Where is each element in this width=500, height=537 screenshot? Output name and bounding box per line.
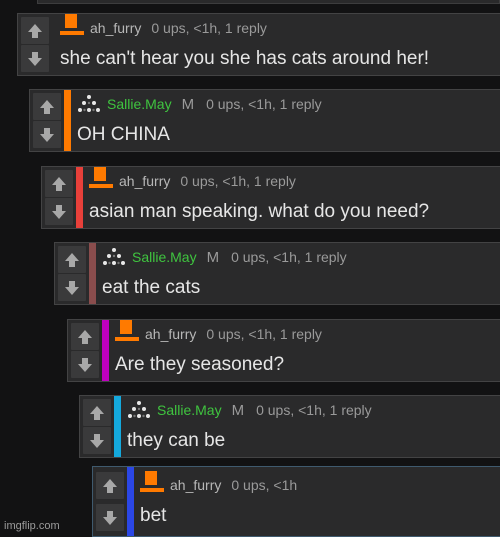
comment-stats: 0 ups, <1h, 1 reply xyxy=(206,96,322,112)
comment-text: eat the cats xyxy=(102,277,201,298)
username-link[interactable]: ah_furry xyxy=(170,477,221,493)
comment-content: Sallie.May M 0 ups, <1h, 1 reply eat the… xyxy=(96,243,500,304)
up-arrow-icon xyxy=(40,99,54,114)
comment-content: ah_furry 0 ups, <1h bet xyxy=(134,467,500,536)
vote-controls xyxy=(93,467,127,536)
upvote-button[interactable] xyxy=(83,399,111,426)
up-arrow-icon xyxy=(28,23,42,38)
vote-controls xyxy=(18,14,52,75)
comment-content: Sallie.May M 0 ups, <1h, 1 reply OH CHIN… xyxy=(71,90,500,151)
username-link[interactable]: ah_furry xyxy=(90,20,141,36)
mod-badge: M xyxy=(206,248,220,266)
vote-controls xyxy=(55,243,89,304)
comment-stats: 0 ups, <1h xyxy=(231,477,298,493)
comment-meta: ah_furry 0 ups, <1h, 1 reply xyxy=(115,320,500,348)
comment-stats: 0 ups, <1h, 1 reply xyxy=(180,173,296,189)
comment: ah_furry 0 ups, <1h bet xyxy=(92,466,500,537)
dot-pyramid-avatar-icon[interactable] xyxy=(127,398,151,422)
comment: ah_furry 0 ups, <1h, 1 reply asian man s… xyxy=(41,166,500,229)
comment-text: they can be xyxy=(127,430,226,451)
thread-depth-bar xyxy=(76,167,83,228)
downvote-button[interactable] xyxy=(71,351,99,378)
comment-content: Sallie.May M 0 ups, <1h, 1 reply they ca… xyxy=(121,396,500,457)
orange-hat-avatar-icon[interactable] xyxy=(89,167,113,191)
downvote-button[interactable] xyxy=(58,274,86,301)
down-arrow-icon xyxy=(28,51,42,66)
comment: Sallie.May M 0 ups, <1h, 1 reply eat the… xyxy=(54,242,500,305)
downvote-button[interactable] xyxy=(45,198,73,225)
down-arrow-icon xyxy=(103,510,117,525)
vote-controls xyxy=(30,90,64,151)
comment-text: bet xyxy=(140,505,167,526)
downvote-button[interactable] xyxy=(96,504,124,531)
upvote-button[interactable] xyxy=(21,17,49,44)
vote-controls xyxy=(42,167,76,228)
thread-depth-bar xyxy=(64,90,71,151)
upvote-button[interactable] xyxy=(33,93,61,120)
downvote-button[interactable] xyxy=(33,121,61,148)
username-link[interactable]: Sallie.May xyxy=(107,96,172,112)
orange-hat-avatar-icon[interactable] xyxy=(140,471,164,495)
username-link[interactable]: Sallie.May xyxy=(132,249,197,265)
comment-meta: ah_furry 0 ups, <1h xyxy=(140,471,500,499)
upvote-button[interactable] xyxy=(96,472,124,499)
vote-controls xyxy=(68,320,102,381)
mod-badge: M xyxy=(181,95,195,113)
watermark: imgflip.com xyxy=(4,520,60,532)
comment: ah_furry 0 ups, <1h, 1 reply Are they se… xyxy=(67,319,500,382)
mod-badge: M xyxy=(231,401,245,419)
dot-pyramid-avatar-icon[interactable] xyxy=(102,245,126,269)
comment-meta: Sallie.May M 0 ups, <1h, 1 reply xyxy=(127,396,500,424)
comment-text: she can't hear you she has cats around h… xyxy=(60,48,430,69)
comment-text: OH CHINA xyxy=(77,124,170,145)
down-arrow-icon xyxy=(40,127,54,142)
comment: ah_furry 0 ups, <1h, 1 reply she can't h… xyxy=(17,13,500,76)
comment-meta: Sallie.May M 0 ups, <1h, 1 reply xyxy=(77,90,500,118)
upvote-button[interactable] xyxy=(45,170,73,197)
down-arrow-icon xyxy=(52,204,66,219)
comment-text: asian man speaking. what do you need? xyxy=(89,201,430,222)
downvote-button[interactable] xyxy=(21,45,49,72)
up-arrow-icon xyxy=(52,176,66,191)
comment-meta: ah_furry 0 ups, <1h, 1 reply xyxy=(60,14,500,42)
comment-stats: 0 ups, <1h, 1 reply xyxy=(206,326,322,342)
thread-depth-bar xyxy=(102,320,109,381)
thread-depth-bar xyxy=(89,243,96,304)
comment-content: ah_furry 0 ups, <1h, 1 reply Are they se… xyxy=(109,320,500,381)
up-arrow-icon xyxy=(65,252,79,267)
comment-content: ah_furry 0 ups, <1h, 1 reply asian man s… xyxy=(83,167,500,228)
comment-meta: ah_furry 0 ups, <1h, 1 reply xyxy=(89,167,500,195)
comment-content: ah_furry 0 ups, <1h, 1 reply she can't h… xyxy=(52,14,500,75)
down-arrow-icon xyxy=(65,280,79,295)
down-arrow-icon xyxy=(78,357,92,372)
upvote-button[interactable] xyxy=(58,246,86,273)
comment-stats: 0 ups, <1h, 1 reply xyxy=(256,402,372,418)
comment-meta: Sallie.May M 0 ups, <1h, 1 reply xyxy=(102,243,500,271)
comment-text: Are they seasoned? xyxy=(115,354,285,375)
downvote-button[interactable] xyxy=(83,427,111,454)
previous-comment-edge xyxy=(37,0,500,4)
comment: Sallie.May M 0 ups, <1h, 1 reply OH CHIN… xyxy=(29,89,500,152)
comment: Sallie.May M 0 ups, <1h, 1 reply they ca… xyxy=(79,395,500,458)
up-arrow-icon xyxy=(78,329,92,344)
comment-stats: 0 ups, <1h, 1 reply xyxy=(231,249,347,265)
username-link[interactable]: ah_furry xyxy=(145,326,196,342)
orange-hat-avatar-icon[interactable] xyxy=(60,14,84,38)
username-link[interactable]: Sallie.May xyxy=(157,402,222,418)
upvote-button[interactable] xyxy=(71,323,99,350)
up-arrow-icon xyxy=(103,478,117,493)
comment-stats: 0 ups, <1h, 1 reply xyxy=(151,20,267,36)
orange-hat-avatar-icon[interactable] xyxy=(115,320,139,344)
vote-controls xyxy=(80,396,114,457)
thread-depth-bar xyxy=(114,396,121,457)
thread-depth-bar xyxy=(127,467,134,536)
up-arrow-icon xyxy=(90,405,104,420)
username-link[interactable]: ah_furry xyxy=(119,173,170,189)
down-arrow-icon xyxy=(90,433,104,448)
dot-pyramid-avatar-icon[interactable] xyxy=(77,92,101,116)
